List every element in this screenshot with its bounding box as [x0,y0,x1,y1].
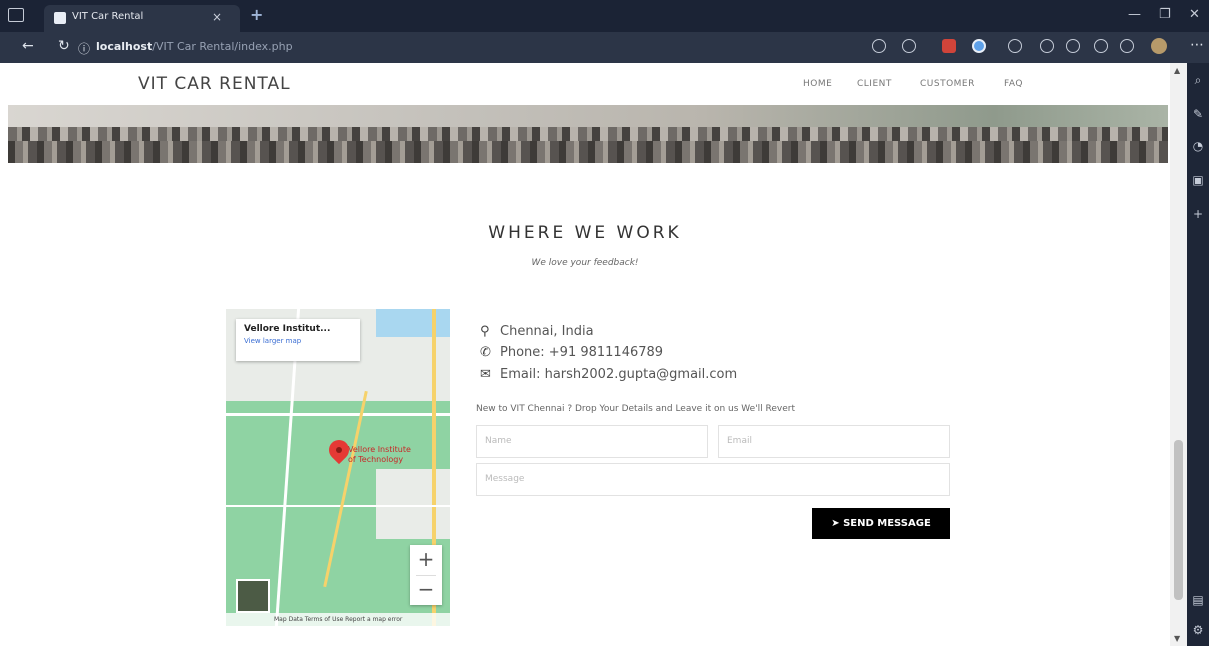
map-zoom-control: + − [410,545,442,605]
nav-client[interactable]: CLIENT [857,79,892,89]
browser-essentials-icon[interactable] [1094,39,1108,53]
browser-tab[interactable]: VIT Car Rental × [44,5,240,32]
contact-email: ✉ Email: harsh2002.gupta@gmail.com [480,367,737,382]
tab-close-button[interactable]: × [212,10,222,24]
copilot-icon[interactable]: ◔ [1190,139,1206,155]
download-icon[interactable] [1120,39,1134,53]
name-input[interactable]: Name [476,425,708,458]
close-window-icon[interactable]: ✕ [1189,7,1200,22]
contact-phone: ✆ Phone: +91 9811146789 [480,345,663,360]
map-place-title: Vellore Institut... [244,324,331,334]
envelope-icon: ✉ [480,367,491,382]
section-title: WHERE WE WORK [488,223,682,243]
browser-tab-bar: VIT Car Rental × + — ❐ ✕ [0,0,1209,32]
send-icon: ➤ [831,518,844,529]
scrollbar-thumb[interactable] [1174,440,1183,600]
url-path: /VIT Car Rental/index.php [152,40,293,53]
email-text: Email: harsh2002.gupta@gmail.com [500,367,738,382]
scroll-up-arrow[interactable]: ▲ [1174,66,1180,75]
satellite-toggle[interactable] [236,579,270,613]
message-placeholder: Message [485,474,525,484]
sidebar-layout-icon[interactable]: ▤ [1190,593,1206,609]
restore-icon[interactable]: ❐ [1159,7,1171,22]
web-page: VIT CAR RENTAL HOME CLIENT CUSTOMER FAQ … [0,63,1170,646]
send-message-button[interactable]: ➤ SEND MESSAGE [812,508,950,539]
collections-icon[interactable] [1066,39,1080,53]
scroll-down-arrow[interactable]: ▼ [1174,634,1180,643]
url-field[interactable]: localhost/VIT Car Rental/index.php [96,40,293,53]
map-info-card: Vellore Institut... View larger map [236,319,360,361]
view-larger-map-link[interactable]: View larger map [244,337,352,345]
address-bar: ← ↻ ⓘ localhost/VIT Car Rental/index.php… [0,32,1209,63]
minimize-icon[interactable]: — [1128,7,1141,22]
extension-icon[interactable] [942,39,956,53]
app-available-icon[interactable] [902,39,916,53]
phone-icon: ✆ [480,345,491,360]
office-icon[interactable]: ▣ [1190,173,1206,189]
profile-avatar[interactable] [1151,38,1167,54]
back-icon[interactable]: ← [22,38,34,54]
refresh-extension-icon[interactable] [1008,39,1022,53]
discover-icon[interactable]: ✎ [1190,107,1206,123]
map-footer[interactable]: Map Data Terms of Use Report a map error [226,613,450,626]
section-subtitle: We love your feedback! [531,258,639,268]
settings-icon[interactable]: ⚙ [1190,623,1206,639]
tab-title: VIT Car Rental [72,11,144,22]
new-tab-button[interactable]: + [250,5,263,24]
nav-customer[interactable]: CUSTOMER [920,79,975,89]
google-map[interactable]: Vellore Institut... View larger map Vell… [226,309,450,626]
hero-banner-image [8,105,1168,163]
phone-text: Phone: +91 9811146789 [500,345,664,360]
site-navbar: VIT CAR RENTAL HOME CLIENT CUSTOMER FAQ [0,63,1170,105]
map-place-line1: Vellore Institute [348,445,411,454]
zoom-in-button[interactable]: + [410,545,442,575]
more-menu-icon[interactable]: ⋯ [1190,37,1204,53]
search-icon[interactable]: ⌕ [1190,73,1206,89]
info-icon[interactable]: ⓘ [78,40,90,57]
tab-actions-icon[interactable] [8,8,24,22]
site-brand[interactable]: VIT CAR RENTAL [138,74,291,94]
refresh-icon[interactable]: ↻ [58,38,70,54]
drop-details-text: New to VIT Chennai ? Drop Your Details a… [476,404,796,414]
location-pin-icon: ⚲ [480,324,490,339]
favicon-icon [54,12,66,24]
location-text: Chennai, India [500,324,594,339]
add-sidebar-icon[interactable]: + [1190,207,1206,223]
nav-faq[interactable]: FAQ [1004,79,1023,89]
map-place-label: Vellore Institute of Technology [348,445,411,465]
message-input[interactable]: Message [476,463,950,496]
email-input[interactable]: Email [718,425,950,458]
read-aloud-icon[interactable] [872,39,886,53]
browser-sidebar: ⌕ ✎ ◔ ▣ + ▤ ⚙ [1187,63,1209,646]
url-host: localhost [96,40,153,53]
nav-home[interactable]: HOME [803,79,832,89]
email-placeholder: Email [727,436,752,446]
extension-blue-icon[interactable] [972,39,986,53]
favorites-icon[interactable] [1040,39,1054,53]
send-label: SEND MESSAGE [843,518,931,529]
map-place-line2: of Technology [348,455,404,464]
zoom-out-button[interactable]: − [410,575,442,605]
name-placeholder: Name [485,436,512,446]
contact-location: ⚲ Chennai, India [480,324,594,339]
